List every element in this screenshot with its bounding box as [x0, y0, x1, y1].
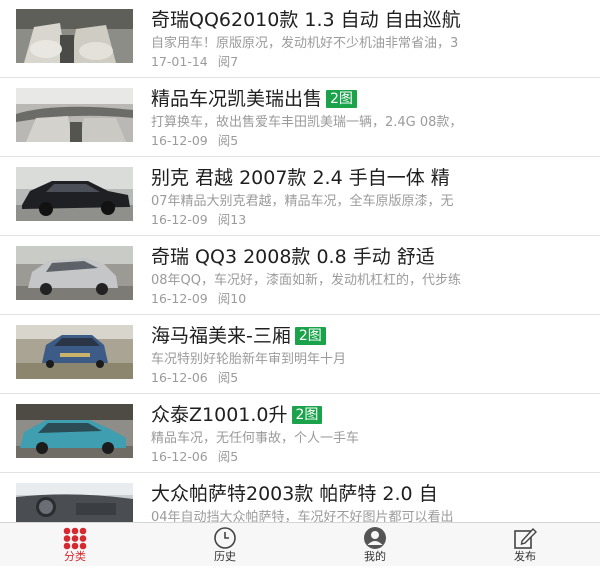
listing-item[interactable]: 奇瑞 QQ3 2008款 0.8 手动 舒适 08年QQ，车况好，漆面如新，发动…: [0, 237, 600, 315]
listing-meta: 16-12-09 阅10: [151, 290, 591, 308]
listing-date: 16-12-09: [151, 133, 208, 148]
black-sedan-photo[interactable]: [16, 167, 133, 221]
listing-date: 16-12-06: [151, 370, 208, 385]
listing-date: 16-12-06: [151, 449, 208, 464]
bottom-tab-bar: 分类 历史 我的 发布: [0, 522, 600, 566]
listing-views: 阅7: [217, 54, 239, 69]
tab-mine[interactable]: 我的: [300, 523, 450, 566]
listing-description: 车况特别好轮胎新年审到明年十月: [151, 352, 347, 367]
listing-item[interactable]: 海马福美来-三厢 2图 车况特别好轮胎新年审到明年十月 16-12-06 阅5: [0, 316, 600, 394]
car-interior-photo[interactable]: [16, 88, 133, 142]
listing-views: 阅5: [217, 370, 239, 385]
listing-views: 阅10: [217, 291, 247, 306]
listing-date: 16-12-09: [151, 291, 208, 306]
listing-title[interactable]: 奇瑞QQ62010款 1.3 自动 自由巡航: [151, 8, 596, 33]
listing-description: 08年QQ，车况好，漆面如新，发动机杠杠的，代步练: [151, 273, 462, 288]
listing-item[interactable]: 众泰Z1001.0升 2图 精品车况，无任何事故，个人一手车 16-12-06 阅5: [0, 395, 600, 473]
listing-title[interactable]: 精品车况凯美瑞出售 2图: [151, 87, 596, 112]
listing-item[interactable]: 奇瑞QQ62010款 1.3 自动 自由巡航 自家用车！原版原况，发动机好不少机…: [0, 0, 600, 78]
listing-meta: 16-12-09 阅13: [151, 211, 591, 229]
listing-title[interactable]: 海马福美来-三厢 2图: [151, 324, 596, 349]
listing-title[interactable]: 别克 君越 2007款 2.4 手自一体 精: [151, 166, 596, 191]
listing-meta: 16-12-06 阅5: [151, 448, 591, 466]
listing-meta: 16-12-09 阅5: [151, 132, 591, 150]
listing-description: 自家用车！原版原况，发动机好不少机油非常省油，3: [151, 36, 459, 51]
tab-label: 分类: [64, 550, 86, 563]
listing-meta: 17-01-14 阅7: [151, 53, 591, 71]
car-interior-photo[interactable]: [16, 9, 133, 63]
grid-dots-icon: [62, 526, 88, 550]
tab-category[interactable]: 分类: [0, 523, 150, 566]
clock-icon: [212, 526, 238, 550]
listing-views: 阅5: [217, 449, 239, 464]
photo-count-badge: 2图: [294, 327, 326, 345]
listing-title[interactable]: 大众帕萨特2003款 帕萨特 2.0 自: [151, 482, 596, 507]
photo-count-badge: 2图: [291, 406, 323, 424]
listing-views: 阅5: [217, 133, 239, 148]
blue-sedan-photo[interactable]: [16, 325, 133, 379]
listing-description: 精品车况，无任何事故，个人一手车: [151, 431, 360, 446]
listing-meta: 16-12-06 阅5: [151, 369, 591, 387]
user-icon: [362, 526, 388, 550]
tab-history[interactable]: 历史: [150, 523, 300, 566]
listing-item[interactable]: 大众帕萨特2003款 帕萨特 2.0 自 04年自动挡大众帕萨特，车况好不好图片…: [0, 474, 600, 522]
tab-label: 我的: [364, 550, 386, 563]
dashboard-photo[interactable]: [16, 483, 133, 522]
listing-views: 阅13: [217, 212, 247, 227]
teal-hatchback-photo[interactable]: [16, 404, 133, 458]
listing-description: 打算换车，故出售爱车丰田凯美瑞一辆，2.4G 08款，: [151, 115, 463, 130]
listing-description: 07年精品大别克君越，精品车况，全车原版原漆，无: [151, 194, 454, 209]
photo-count-badge: 2图: [326, 90, 357, 108]
listing-title[interactable]: 奇瑞 QQ3 2008款 0.8 手动 舒适: [151, 245, 596, 270]
listing-date: 17-01-14: [151, 54, 208, 69]
edit-icon: [512, 526, 538, 550]
listing-item[interactable]: 别克 君越 2007款 2.4 手自一体 精 07年精品大别克君越，精品车况，全…: [0, 158, 600, 236]
tab-label: 历史: [214, 550, 236, 563]
listing-item[interactable]: 精品车况凯美瑞出售 2图 打算换车，故出售爱车丰田凯美瑞一辆，2.4G 08款， …: [0, 79, 600, 157]
tab-publish[interactable]: 发布: [450, 523, 600, 566]
tab-label: 发布: [514, 550, 536, 563]
listing-list: 奇瑞QQ62010款 1.3 自动 自由巡航 自家用车！原版原况，发动机好不少机…: [0, 0, 600, 522]
listing-title[interactable]: 众泰Z1001.0升 2图: [151, 403, 596, 428]
silver-hatchback-photo[interactable]: [16, 246, 133, 300]
listing-date: 16-12-09: [151, 212, 208, 227]
listing-description: 04年自动挡大众帕萨特，车况好不好图片都可以看出: [151, 510, 454, 522]
